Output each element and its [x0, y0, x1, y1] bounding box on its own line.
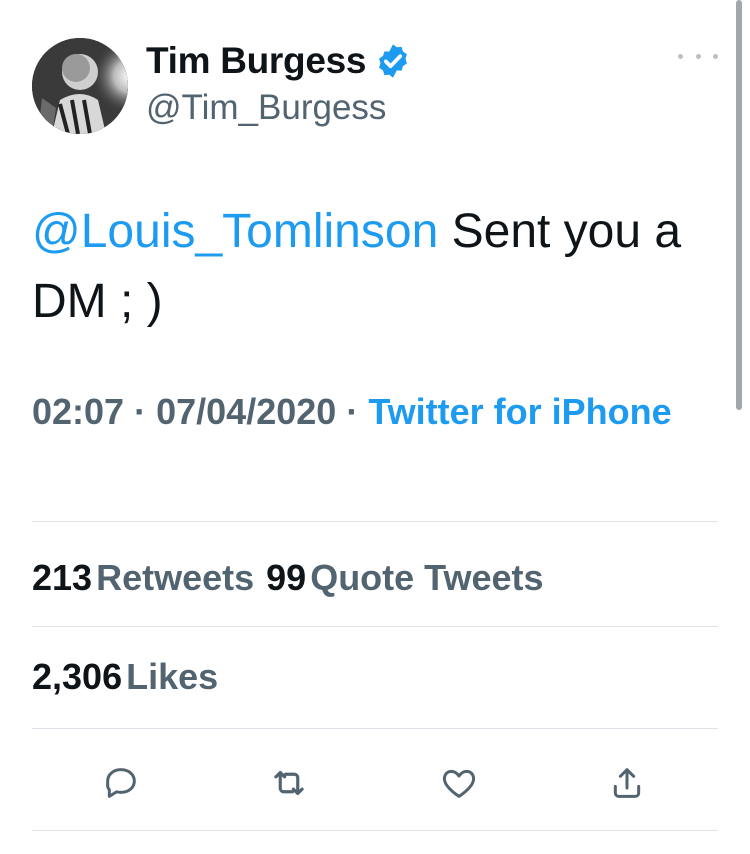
tweet-date[interactable]: 07/04/2020 — [156, 391, 336, 432]
mention-link[interactable]: @Louis_Tomlinson — [32, 205, 438, 258]
share-icon — [613, 768, 641, 798]
meta-separator: · — [134, 391, 147, 432]
author-handle[interactable]: @Tim_Burgess — [146, 88, 386, 128]
like-button[interactable] — [436, 760, 482, 806]
avatar[interactable] — [32, 38, 128, 134]
reply-button[interactable] — [98, 760, 144, 806]
verified-badge-icon — [379, 44, 408, 78]
divider — [32, 728, 718, 729]
author-display-name[interactable]: Tim Burgess — [146, 40, 366, 82]
tweet-text: @Louis_Tomlinson Sent you a DM ; ) — [32, 197, 722, 337]
engagement-stats-row: 213 Retweets 99 Quote Tweets — [32, 553, 544, 603]
scrollbar[interactable] — [736, 0, 742, 410]
share-button[interactable] — [604, 760, 650, 806]
author-name-row[interactable]: Tim Burgess — [146, 36, 412, 86]
likes-stat[interactable]: 2,306 Likes — [32, 652, 218, 702]
more-options-icon[interactable] — [678, 44, 718, 68]
like-icon — [442, 769, 476, 798]
quotes-count: 99 — [266, 557, 307, 598]
tweet-source-link[interactable]: Twitter for iPhone — [368, 391, 671, 432]
reply-icon — [106, 768, 136, 798]
retweet-icon — [274, 770, 304, 796]
likes-label: Likes — [126, 656, 219, 697]
meta-separator: · — [346, 391, 359, 432]
divider — [32, 830, 718, 831]
quotes-label: Quote Tweets — [310, 557, 544, 598]
retweets-label: Retweets — [96, 557, 255, 598]
divider — [32, 521, 718, 522]
profile-photo — [32, 38, 128, 134]
quote-tweets-stat[interactable]: 99 Quote Tweets — [266, 557, 543, 598]
retweet-button[interactable] — [266, 760, 312, 806]
tweet-meta: 02:07 · 07/04/2020 · Twitter for iPhone — [32, 385, 712, 439]
tweet-time[interactable]: 02:07 — [32, 391, 124, 432]
retweets-stat[interactable]: 213 Retweets — [32, 557, 254, 598]
retweets-count: 213 — [32, 557, 93, 598]
divider — [32, 626, 718, 627]
likes-count: 2,306 — [32, 656, 123, 697]
